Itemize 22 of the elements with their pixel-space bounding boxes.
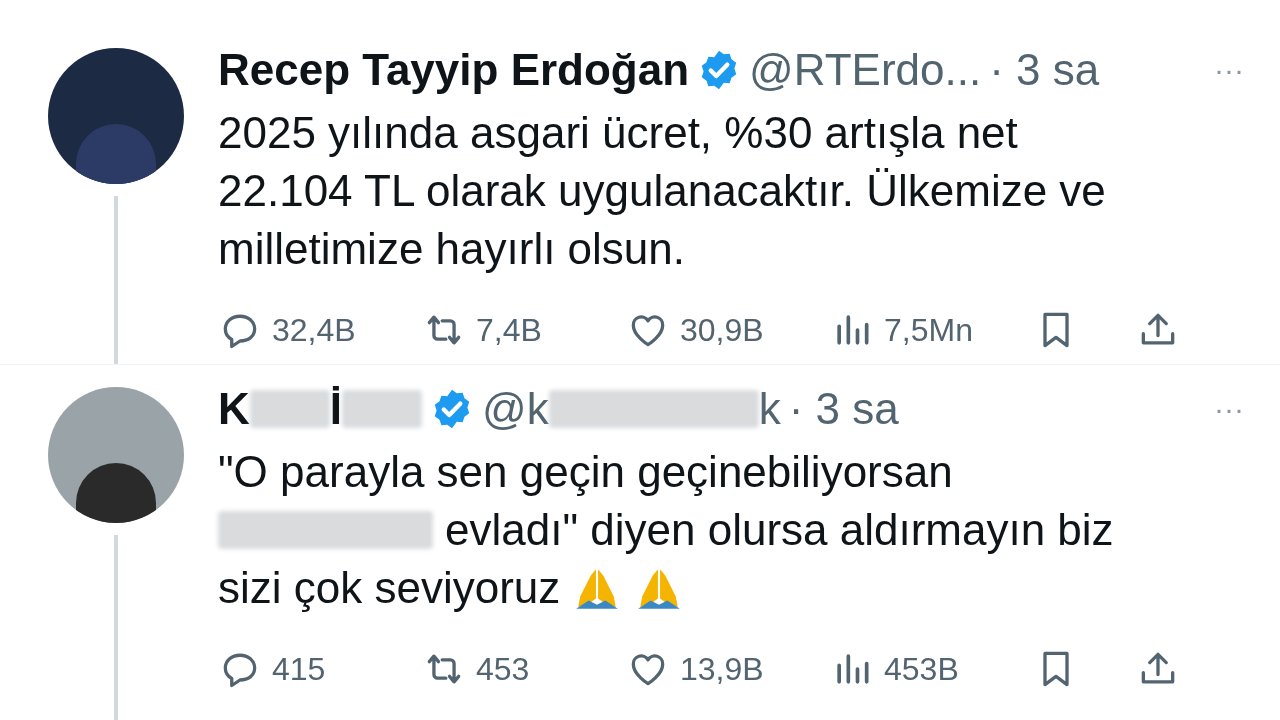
- post-text: 22.104 TL olarak uygulanacaktır. Ülkemize ve: [218, 165, 1106, 217]
- user-name[interactable]: K: [218, 387, 250, 431]
- user-handle[interactable]: k: [758, 387, 781, 431]
- stat-count: 30,9B: [680, 311, 764, 350]
- user-handle[interactable]: @RTErdo...: [749, 48, 982, 92]
- user-handle[interactable]: @k: [482, 387, 549, 431]
- stat-count: 415: [272, 650, 326, 689]
- post-text: milletimize hayırlı olsun.: [218, 223, 686, 275]
- post-text: "O parayla sen geçin geçinebiliyorsan: [218, 446, 953, 498]
- user-name[interactable]: Recep Tayyip Erdoğan: [218, 48, 690, 92]
- post-text: evladı" diyen olursa aldırmayın biz: [445, 504, 1114, 556]
- stat-count: 7,5Mn: [884, 311, 973, 350]
- stat-count: 32,4B: [272, 311, 356, 350]
- post-text: sizi çok seviyoruz: [218, 562, 561, 614]
- stat-count: 13,9B: [680, 650, 764, 689]
- post-time: · 3 sa: [788, 387, 899, 431]
- post-text: 2025 yılında asgari ücret, %30 artışla net: [218, 107, 1018, 159]
- post-time: · 3 sa: [989, 48, 1100, 92]
- stat-count: 7,4B: [476, 311, 542, 350]
- stat-count: 453B: [884, 650, 959, 689]
- user-name[interactable]: İ: [329, 387, 342, 431]
- stat-count: 453: [476, 650, 530, 689]
